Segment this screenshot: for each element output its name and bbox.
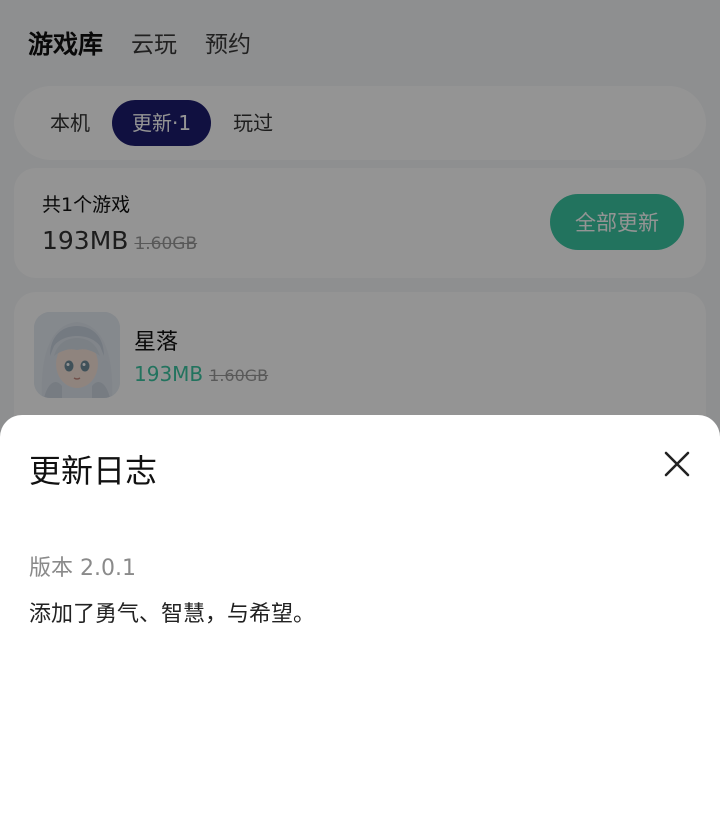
- changelog-text: 添加了勇气、智慧，与希望。: [29, 602, 316, 627]
- version-label: 版本 2.0.1: [29, 556, 136, 581]
- changelog-sheet: 更新日志 版本 2.0.1 添加了勇气、智慧，与希望。: [0, 415, 720, 816]
- sheet-title: 更新日志: [29, 452, 158, 490]
- close-icon[interactable]: [664, 451, 690, 477]
